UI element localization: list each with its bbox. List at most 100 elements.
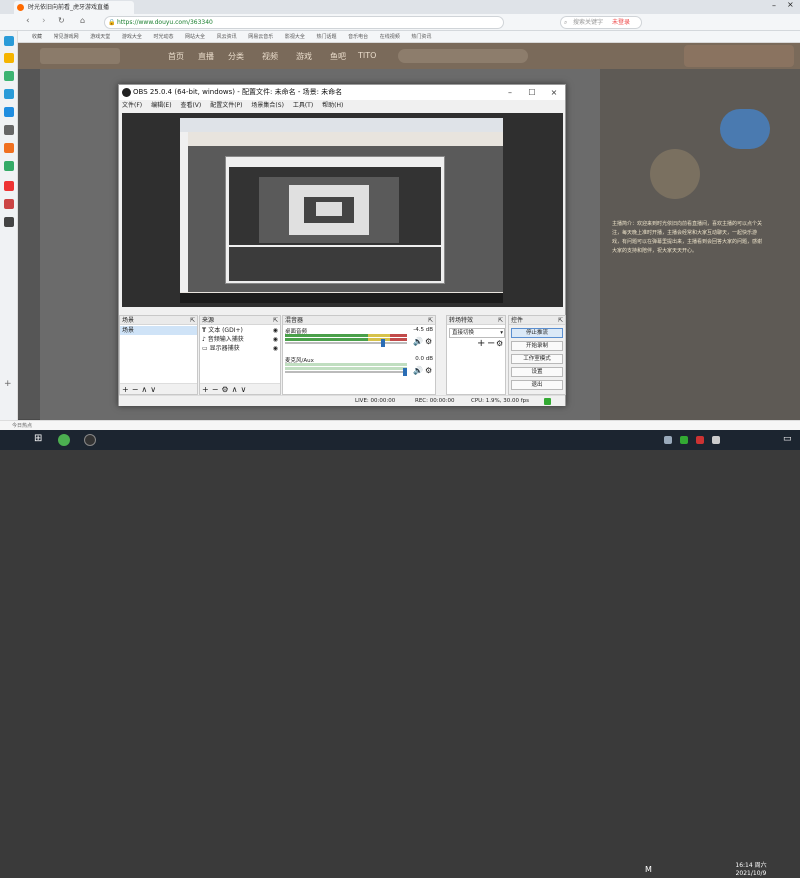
input-language-icon[interactable]: M — [645, 865, 652, 874]
volume-slider[interactable] — [285, 371, 407, 373]
start-recording-button[interactable]: 开始录制 — [511, 341, 563, 351]
move-down-icon[interactable]: ∨ — [150, 385, 159, 394]
bookmark-item[interactable]: 游戏天堂 — [90, 34, 110, 40]
nav-item[interactable]: 鱼吧 — [330, 51, 346, 62]
site-logo[interactable] — [40, 48, 120, 64]
bookmark-item[interactable]: 热门话题 — [316, 34, 336, 40]
notification-icon[interactable]: ▭ — [783, 434, 792, 444]
menu-profile[interactable]: 配置文件(P) — [210, 102, 242, 109]
back-icon[interactable]: ‹ — [26, 16, 30, 26]
add-icon[interactable]: + — [122, 385, 132, 394]
tray-icon[interactable] — [664, 436, 672, 444]
menu-help[interactable]: 帮助(H) — [322, 102, 343, 109]
nav-item[interactable]: 首页 — [168, 51, 184, 62]
remove-icon[interactable]: − — [132, 385, 142, 394]
browser-tab[interactable]: 时光依旧向前看_虎牙游戏直播 — [14, 1, 134, 14]
bookmark-item[interactable]: 影视大全 — [285, 34, 305, 40]
wechat-tray-icon[interactable] — [680, 436, 688, 444]
menu-file[interactable]: 文件(F) — [122, 102, 142, 109]
tools-icon[interactable] — [4, 161, 14, 171]
gear-icon[interactable]: ⚙ — [221, 385, 231, 394]
tray-icon[interactable] — [696, 436, 704, 444]
refresh-icon[interactable]: ↻ — [58, 16, 65, 25]
bookmark-item[interactable]: 风云资讯 — [217, 34, 237, 40]
forward-icon[interactable]: › — [42, 16, 46, 26]
volume-slider-handle[interactable] — [381, 339, 385, 347]
bookmark-item[interactable]: 收藏 — [32, 34, 42, 40]
eye-icon[interactable]: ◉ — [273, 326, 278, 335]
gear-icon[interactable]: ⚙ — [496, 339, 503, 348]
windows-start-icon[interactable]: ⊞ — [34, 433, 42, 444]
app-icon[interactable] — [4, 107, 14, 117]
bookmark-item[interactable]: 常见游戏网 — [54, 34, 79, 40]
menu-scene-collection[interactable]: 场景集合(S) — [251, 102, 284, 109]
move-down-icon[interactable]: ∨ — [240, 385, 249, 394]
pin-icon[interactable]: ⇱ — [273, 316, 278, 325]
studio-mode-button[interactable]: 工作室模式 — [511, 354, 563, 364]
add-icon[interactable]: + — [202, 385, 212, 394]
nav-item[interactable]: 直播 — [198, 51, 214, 62]
bookmark-item[interactable]: 热门资讯 — [411, 34, 431, 40]
remove-icon[interactable]: − — [212, 385, 222, 394]
url-input[interactable]: 🔒 https://www.douyu.com/363340 — [104, 16, 504, 29]
source-item[interactable]: ▭ 显示器捕获 ◉ — [200, 344, 280, 353]
wechat-icon[interactable] — [4, 71, 14, 81]
game-icon[interactable] — [4, 125, 14, 135]
pin-icon[interactable]: ⇱ — [428, 316, 433, 325]
home-icon[interactable]: ⌂ — [80, 16, 85, 25]
close-icon[interactable]: × — [787, 0, 794, 9]
nav-item[interactable]: 视频 — [262, 51, 278, 62]
bookmark-item[interactable]: 时光动态 — [153, 34, 173, 40]
chat-icon[interactable] — [4, 89, 14, 99]
add-icon[interactable]: + — [4, 379, 12, 389]
pin-icon[interactable]: ⇱ — [498, 316, 503, 325]
nav-item[interactable]: TITO — [358, 51, 376, 60]
volume-slider-handle[interactable] — [403, 368, 407, 376]
menu-view[interactable]: 查看(V) — [180, 102, 201, 109]
news-ticker[interactable]: 今日热点 — [12, 423, 32, 429]
browser-taskbar-icon[interactable] — [58, 434, 70, 446]
stop-streaming-button[interactable]: 停止推流 — [511, 328, 563, 338]
nav-item[interactable]: 游戏 — [296, 51, 312, 62]
settings-button[interactable]: 设置 — [511, 367, 563, 377]
menu-edit[interactable]: 编辑(E) — [151, 102, 171, 109]
bookmark-item[interactable]: 网站大全 — [185, 34, 205, 40]
taskbar-clock[interactable]: 16:14 周六 2021/10/9 — [726, 862, 776, 878]
nav-item[interactable]: 分类 — [228, 51, 244, 62]
source-item[interactable]: ♪ 音频输入捕获 ◉ — [200, 335, 280, 344]
minimize-icon[interactable]: – — [499, 85, 521, 100]
close-icon[interactable]: × — [543, 85, 565, 100]
pin-icon[interactable]: ⇱ — [190, 316, 195, 325]
volume-tray-icon[interactable] — [712, 436, 720, 444]
exit-button[interactable]: 退出 — [511, 380, 563, 390]
move-up-icon[interactable]: ∧ — [141, 385, 150, 394]
remove-icon[interactable]: − — [487, 338, 495, 349]
maximize-icon[interactable]: ☐ — [521, 85, 543, 100]
pin-icon[interactable]: ⇱ — [558, 316, 563, 325]
obs-title-bar[interactable]: OBS 25.0.4 (64-bit, windows) - 配置文件: 未命名… — [119, 85, 565, 100]
bookmark-item[interactable]: 音乐电台 — [348, 34, 368, 40]
add-icon[interactable]: + — [477, 338, 485, 349]
source-item[interactable]: T 文本 (GDI+) ◉ — [200, 326, 280, 335]
download-icon[interactable] — [4, 217, 14, 227]
eye-icon[interactable]: ◉ — [273, 335, 278, 344]
video-icon[interactable] — [4, 181, 14, 191]
bookmark-item[interactable]: 游戏大全 — [122, 34, 142, 40]
obs-taskbar-icon[interactable] — [84, 434, 96, 446]
mail-icon[interactable] — [4, 143, 14, 153]
gear-icon[interactable]: ⚙ — [425, 366, 432, 375]
minimize-icon[interactable]: – — [772, 1, 776, 10]
news-icon[interactable] — [4, 199, 14, 209]
site-search-box[interactable] — [398, 49, 528, 63]
favorites-icon[interactable] — [4, 53, 14, 63]
speaker-icon[interactable]: 🔊 — [413, 337, 423, 346]
gear-icon[interactable]: ⚙ — [425, 337, 432, 346]
menu-tools[interactable]: 工具(T) — [293, 102, 313, 109]
transition-select[interactable]: 直接切换 ▾ — [449, 328, 505, 338]
browser-logo-icon[interactable] — [4, 36, 14, 46]
obs-preview[interactable] — [122, 113, 563, 307]
scene-item[interactable]: 场景 — [120, 326, 197, 335]
eye-icon[interactable]: ◉ — [273, 344, 278, 353]
bookmark-item[interactable]: 在线视频 — [380, 34, 400, 40]
bookmark-item[interactable]: 网易云音乐 — [248, 34, 273, 40]
